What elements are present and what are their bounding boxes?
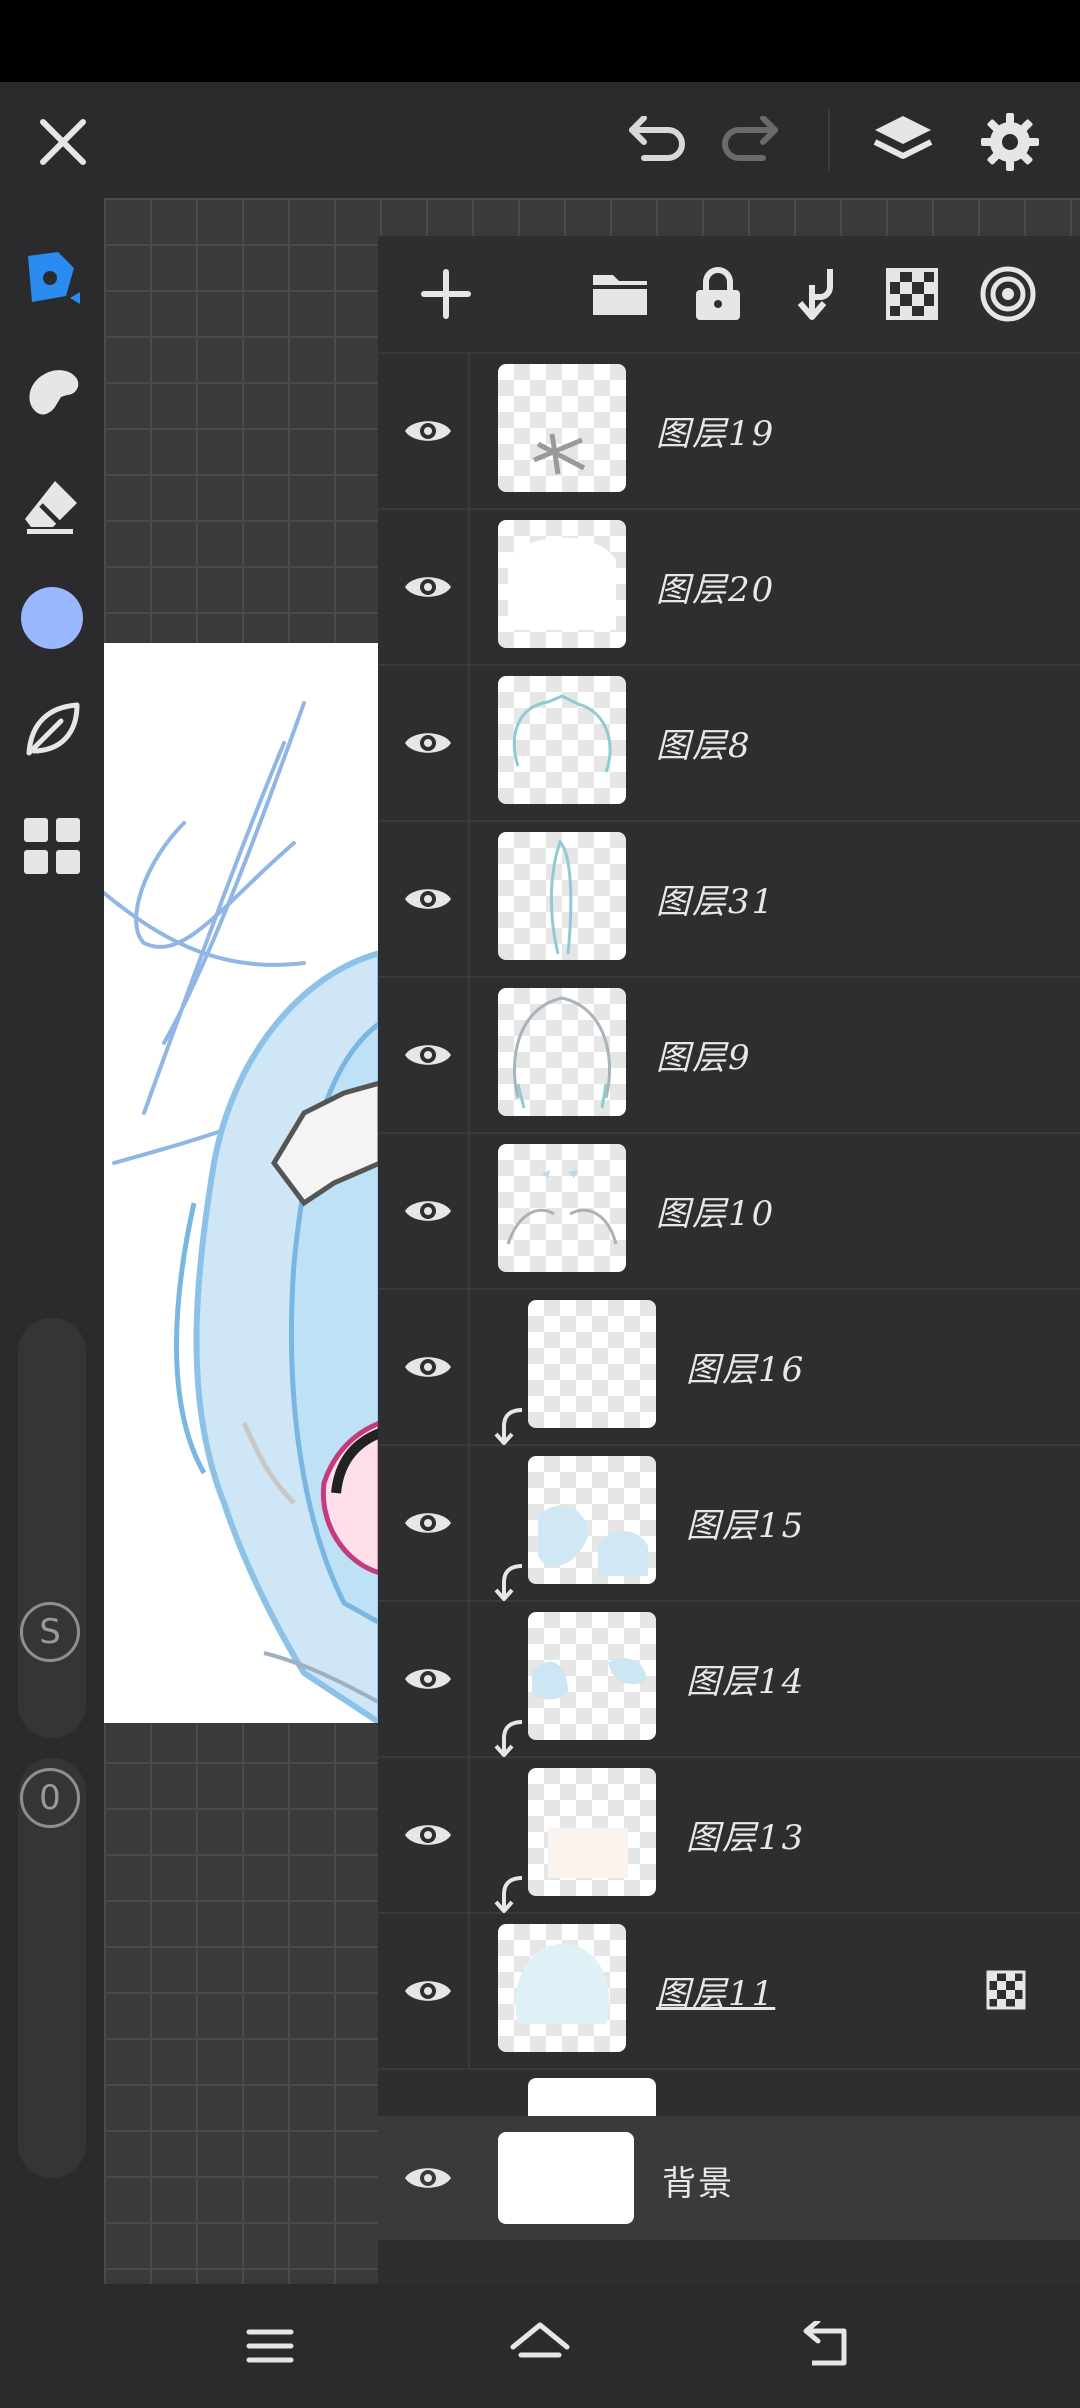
layer-name: 图层31 [656,882,776,922]
visibility-eye-icon[interactable] [396,1491,460,1555]
target-icon[interactable] [970,256,1046,332]
row-divider [468,978,470,1134]
layer-thumbnail [498,988,626,1116]
layers-toolbar [378,236,1080,354]
layer-thumbnail [528,1456,656,1584]
add-icon[interactable] [408,256,484,332]
layer-row[interactable]: 图层16 [378,1290,1080,1446]
gear-icon[interactable] [974,106,1046,178]
layer-row[interactable]: 图层14 [378,1602,1080,1758]
layer-thumbnail [498,676,626,804]
pen-icon[interactable] [14,240,90,316]
layer-name: 图层15 [686,1506,806,1546]
leaf-icon[interactable] [14,692,90,768]
layer-name: 图层14 [686,1662,806,1702]
layer-name: 图层9 [656,1038,752,1078]
left-toolbar: S 0 [0,198,104,2284]
background-thumbnail [498,2132,634,2224]
folder-icon[interactable] [582,256,658,332]
eraser-icon[interactable] [14,468,90,544]
visibility-eye-icon[interactable] [396,1335,460,1399]
clipping-arrow-icon [494,1720,523,1757]
layer-row[interactable]: 图层13 [378,1758,1080,1914]
size-slider[interactable] [18,1318,86,1738]
row-divider [468,1290,470,1446]
background-layer-row[interactable]: 背景 [378,2116,1080,2240]
menu-icon[interactable] [232,2314,308,2378]
visibility-eye-icon[interactable] [396,1179,460,1243]
visibility-eye-icon[interactable] [396,555,460,619]
layer-row-selected[interactable]: 图层11 [378,1914,1080,2070]
clipping-arrow-icon [494,1876,523,1913]
row-divider [468,1134,470,1290]
layers-panel: 图层19 图层20 图层8 图层31 图层9 图层10 图层16 图层15 图层… [378,236,1080,2284]
layer-thumbnail-partial [528,2078,656,2118]
close-icon[interactable] [27,106,99,178]
layer-row[interactable]: 图层10 [378,1134,1080,1290]
visibility-eye-icon[interactable] [396,1647,460,1711]
layer-thumbnail [498,364,626,492]
alpha-lock-icon[interactable] [986,1970,1026,2014]
layer-row[interactable]: 图层20 [378,510,1080,666]
drawing-preview [104,701,380,1723]
layer-row[interactable]: 图层8 [378,666,1080,822]
smudge-icon[interactable] [14,354,90,430]
layer-name: 图层13 [686,1818,806,1858]
row-divider [468,1446,470,1602]
layer-row[interactable]: 图层31 [378,822,1080,978]
layer-name: 图层10 [656,1194,776,1234]
row-divider [468,1758,470,1914]
visibility-eye-icon[interactable] [396,867,460,931]
row-divider [468,666,470,822]
opacity-label: 0 [20,1768,80,1828]
toolbar-divider [828,110,830,170]
row-divider [468,510,470,666]
background-layer-name: 背景 [662,2164,734,2204]
home-icon[interactable] [502,2314,578,2378]
status-bar [0,0,1080,82]
layer-name: 图层8 [656,726,752,766]
row-divider [468,1602,470,1758]
visibility-eye-icon[interactable] [396,1023,460,1087]
undo-icon[interactable] [620,106,692,178]
layer-thumbnail [498,520,626,648]
color-swatch[interactable] [14,580,90,656]
size-label: S [20,1602,80,1662]
lock-icon[interactable] [680,256,756,332]
layer-thumbnail [528,1768,656,1896]
artboard[interactable] [104,643,380,1723]
top-toolbar [0,82,1080,198]
clipping-arrow-icon [494,1408,523,1445]
layer-name: 图层16 [686,1350,806,1390]
grid-icon[interactable] [14,808,90,884]
layer-thumbnail [498,832,626,960]
layer-name: 图层11 [656,1974,776,2014]
transparency-icon[interactable] [874,256,950,332]
visibility-eye-icon[interactable] [396,1803,460,1867]
layers-icon[interactable] [867,106,939,178]
system-nav-bar [0,2284,1080,2408]
layer-row[interactable]: 图层9 [378,978,1080,1134]
layer-thumbnail [528,1612,656,1740]
visibility-eye-icon[interactable] [396,711,460,775]
row-divider [468,354,470,510]
back-icon[interactable] [786,2314,862,2378]
row-divider [468,822,470,978]
layer-thumbnail [528,1300,656,1428]
visibility-eye-icon[interactable] [396,1959,460,2023]
layer-row[interactable]: 图层15 [378,1446,1080,1602]
layer-name: 图层19 [656,414,776,454]
clipping-arrow-icon [494,1564,523,1601]
row-divider [468,1914,470,2070]
layer-thumbnail [498,1144,626,1272]
redo-icon[interactable] [715,106,787,178]
visibility-eye-icon[interactable] [396,2146,460,2210]
visibility-eye-icon[interactable] [396,399,460,463]
layer-name: 图层20 [656,570,776,610]
layer-thumbnail [498,1924,626,2052]
layer-row[interactable]: 图层19 [378,354,1080,510]
clip-icon[interactable] [778,256,854,332]
